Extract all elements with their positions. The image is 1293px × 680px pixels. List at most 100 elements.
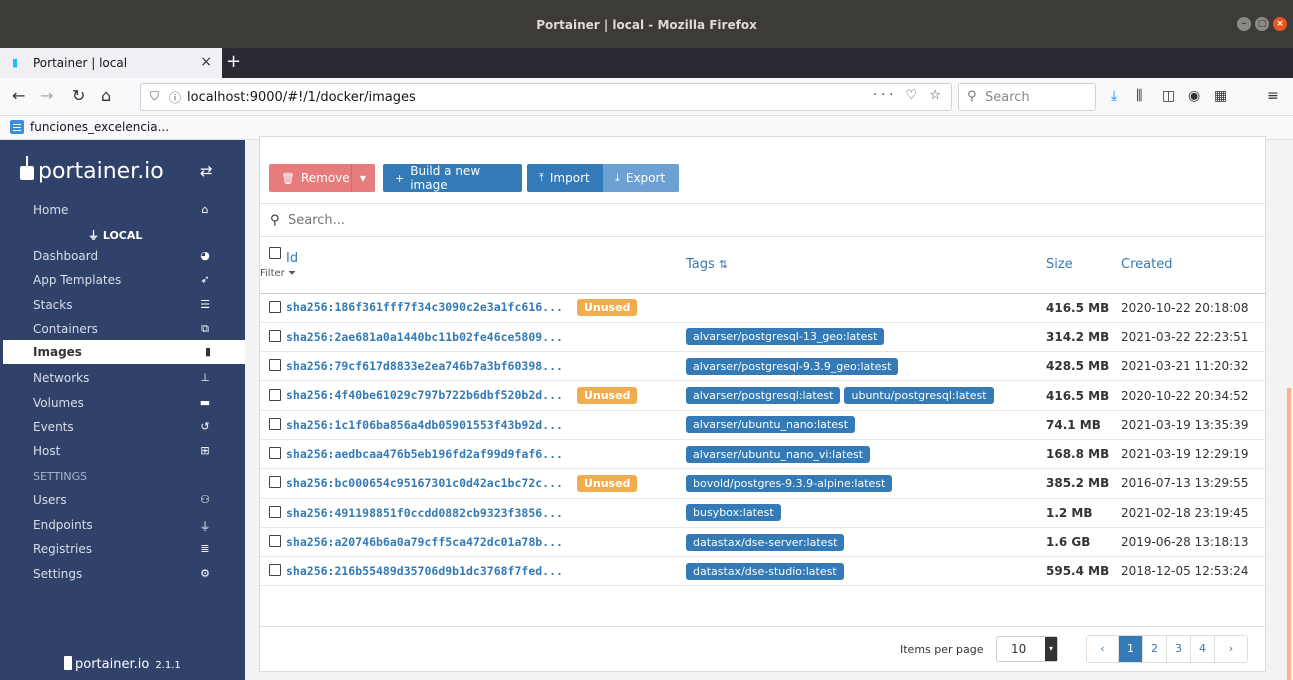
header-size[interactable]: Size [1046, 237, 1121, 294]
next-page-button[interactable]: › [1215, 636, 1247, 662]
sidebar-item-dashboard[interactable]: Dashboard ◕ [0, 244, 245, 268]
url-text[interactable]: localhost:9000/#!/1/docker/images [187, 90, 416, 105]
row-checkbox[interactable] [269, 447, 281, 460]
header-created-label[interactable]: Created [1121, 257, 1172, 272]
image-tag-badge: datastax/dse-server:latest [686, 533, 845, 551]
import-label: Import [549, 171, 590, 185]
size-cell: 314.2 MB [1046, 322, 1121, 353]
image-id-link[interactable]: sha256:1c1f06ba856a4db05901553f43b92d... [286, 418, 563, 432]
row-checkbox[interactable] [269, 505, 281, 518]
header-size-label[interactable]: Size [1046, 257, 1073, 272]
home-icon[interactable]: ⌂ [101, 87, 111, 105]
import-button[interactable]: ⤒ Import [527, 164, 603, 192]
tab-title: Portainer | local [33, 56, 128, 70]
page-actions-icon[interactable]: ··· ♡ ☆ [873, 88, 945, 103]
sidebar-item-label: Endpoints [33, 518, 93, 532]
header-tags-label[interactable]: Tags [686, 257, 715, 272]
header-id-label[interactable]: Id [286, 251, 298, 266]
tags-cell: alvarser/postgresql-13_geo:latest [686, 322, 1046, 353]
row-checkbox[interactable] [269, 417, 281, 430]
image-tag-badge: busybox:latest [686, 504, 781, 522]
sidebar-item-host[interactable]: Host ⊞ [0, 439, 245, 463]
build-image-button[interactable]: + Build a new image [383, 164, 522, 192]
row-checkbox[interactable] [269, 564, 281, 577]
sidebar-item-stacks[interactable]: Stacks ☰ [0, 293, 245, 317]
url-bar[interactable]: ⛉ ⓘ localhost:9000/#!/1/docker/images ··… [140, 83, 952, 111]
page-button[interactable]: 3 [1167, 636, 1191, 662]
tracking-shield-icon[interactable]: ⛉ [150, 89, 159, 104]
sidebar-toggle-icon[interactable]: ◫ [1162, 88, 1175, 104]
downloads-icon[interactable]: ⤓ [1111, 88, 1117, 104]
browser-tab[interactable]: ▮ Portainer | local × [0, 48, 222, 78]
image-id-link[interactable]: sha256:a20746b6a0a79cff5ca472dc01a78b... [286, 535, 563, 549]
row-checkbox[interactable] [269, 359, 281, 372]
items-per-page-select[interactable]: 10 ▾ [996, 636, 1058, 662]
sidebar-item-home[interactable]: Home ⌂ [0, 198, 245, 222]
sidebar-item-settings[interactable]: Settings ⚙ [0, 562, 245, 586]
header-id[interactable]: Id Filter ⏷ [260, 237, 686, 294]
sidebar-item-label: Events [33, 420, 74, 434]
new-tab-icon[interactable]: + [226, 51, 241, 72]
created-cell: 2020-10-22 20:34:52 [1121, 380, 1265, 411]
image-id-link[interactable]: sha256:491198851f0ccdd0882cb9323f3856... [286, 506, 563, 520]
row-checkbox[interactable] [269, 476, 281, 489]
image-id-link[interactable]: sha256:aedbcaa476b5eb196fd2af99d9faf6... [286, 447, 563, 461]
remove-dropdown-toggle[interactable]: ▾ [351, 164, 375, 192]
export-button[interactable]: ⤓ Export [603, 164, 679, 192]
select-all-checkbox[interactable] [269, 247, 281, 259]
sidebar-item-volumes[interactable]: Volumes ▬ [0, 391, 245, 415]
sidebar-item-events[interactable]: Events ↺ [0, 415, 245, 439]
row-select-cell [260, 380, 286, 411]
maximize-icon[interactable]: □ [1255, 17, 1269, 31]
prev-page-button[interactable]: ‹ [1087, 636, 1119, 662]
image-id-link[interactable]: sha256:186f361fff7f34c3090c2e3a1fc616... [286, 300, 563, 314]
size-cell: 416.5 MB [1046, 293, 1121, 323]
window-titlebar: Portainer | local - Mozilla Firefox – □ … [0, 0, 1293, 48]
sidebar-item-endpoints[interactable]: Endpoints ⏚ [0, 513, 245, 537]
remove-button[interactable]: 🗑 Remove [269, 164, 351, 192]
browser-search-box[interactable]: ⚲ Search [958, 83, 1096, 111]
select-arrow-icon: ▾ [1045, 637, 1057, 661]
forward-icon[interactable]: → [40, 87, 53, 105]
sidebar-item-containers[interactable]: Containers ⧉ [0, 317, 245, 341]
page-button[interactable]: 4 [1191, 636, 1215, 662]
row-checkbox[interactable] [269, 388, 281, 401]
table-row: sha256:a20746b6a0a79cff5ca472dc01a78b...… [260, 527, 1265, 558]
row-checkbox[interactable] [269, 329, 281, 342]
page-button[interactable]: 2 [1143, 636, 1167, 662]
tags-cell: datastax/dse-studio:latest [686, 556, 1046, 587]
sidebar-item-app-templates[interactable]: App Templates ➶ [0, 268, 245, 292]
page-button[interactable]: 1 [1119, 636, 1143, 662]
header-created[interactable]: Created [1121, 237, 1265, 294]
search-input[interactable] [288, 210, 888, 230]
filter-toggle[interactable]: Filter ⏷ [260, 268, 660, 279]
created-cell: 2018-12-05 12:53:24 [1121, 556, 1265, 587]
site-info-icon[interactable]: ⓘ [169, 89, 181, 106]
tab-close-icon[interactable]: × [200, 54, 212, 70]
account-icon[interactable]: ◉ [1188, 88, 1200, 104]
library-icon[interactable]: ⫼ [1136, 88, 1142, 104]
sidebar-item-images[interactable]: Images ▮ [0, 340, 245, 364]
row-checkbox[interactable] [269, 535, 281, 548]
menu-icon[interactable]: ≡ [1267, 88, 1279, 104]
sidebar-toggle-arrows-icon[interactable]: ⇄ [200, 162, 213, 180]
image-id-link[interactable]: sha256:4f40be61029c797b722b6dbf520b2d... [286, 388, 563, 402]
image-id-link[interactable]: sha256:216b55489d35706d9b1dc3768f7fed... [286, 564, 563, 578]
bookmark-item[interactable]: funciones_excelencia... [30, 120, 169, 134]
image-id-link[interactable]: sha256:2ae681a0a1440bc11b02fe46ce5809... [286, 330, 563, 344]
image-id-link[interactable]: sha256:79cf617d8833e2ea746b7a3bf60398... [286, 359, 563, 373]
close-window-icon[interactable]: × [1273, 17, 1287, 31]
reload-icon[interactable]: ↻ [72, 87, 85, 105]
row-checkbox[interactable] [269, 300, 281, 313]
sidebar-item-users[interactable]: Users ⚇ [0, 488, 245, 512]
extension-icon[interactable]: ▦ [1214, 88, 1227, 104]
image-id-cell: sha256:4f40be61029c797b722b6dbf520b2d...… [286, 380, 686, 411]
minimize-icon[interactable]: – [1237, 17, 1251, 31]
sidebar-item-registries[interactable]: Registries ≣ [0, 537, 245, 561]
back-icon[interactable]: ← [12, 87, 25, 105]
image-id-link[interactable]: sha256:bc000654c95167301c0d42ac1bc72c... [286, 476, 563, 490]
portainer-logo[interactable]: portainer.io [20, 156, 164, 184]
image-id-cell: sha256:bc000654c95167301c0d42ac1bc72c...… [286, 468, 686, 499]
sidebar-item-networks[interactable]: Networks ⊥ [0, 366, 245, 390]
header-tags[interactable]: Tags ⇅ [686, 237, 1046, 294]
